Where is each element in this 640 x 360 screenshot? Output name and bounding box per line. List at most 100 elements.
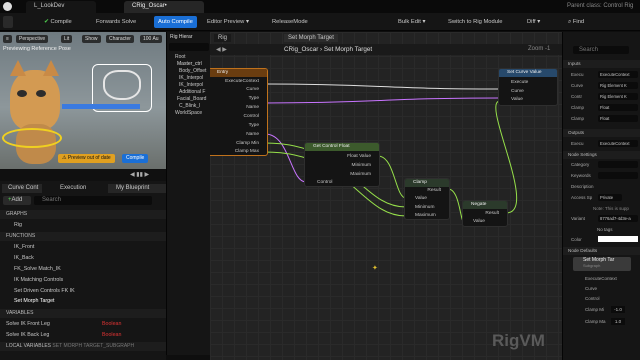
wire-negate-value bbox=[495, 100, 518, 214]
tab-execution[interactable]: Execution bbox=[54, 184, 104, 193]
rig-hierarchy-tab[interactable]: Rig Hierar bbox=[170, 34, 211, 40]
add-button[interactable]: +Add bbox=[3, 196, 31, 205]
cat-ear-left bbox=[10, 60, 26, 76]
negate-node[interactable]: Negate Result Value bbox=[462, 200, 508, 227]
details-search-input[interactable]: Search bbox=[573, 46, 629, 54]
section-inputs[interactable]: Inputs bbox=[563, 60, 640, 68]
functions-label: FUNCTIONS bbox=[6, 233, 36, 239]
details-panel: Search Inputs Execu ExecuteContext Curve R… bbox=[562, 32, 640, 360]
zoom-button[interactable]: 100 Au bbox=[140, 35, 162, 43]
access-dropdown[interactable]: Private bbox=[598, 194, 622, 201]
output-type[interactable]: ExecuteContext bbox=[598, 140, 638, 147]
function-item[interactable]: FK_Solve Match_IK bbox=[14, 266, 61, 272]
auto-compile-toggle[interactable]: Auto Compile bbox=[154, 16, 197, 28]
save-icon[interactable] bbox=[3, 16, 13, 28]
set-curve-value-node[interactable]: Set Curve Value Execute Curve Value bbox=[498, 68, 558, 106]
function-item[interactable]: IK_Back bbox=[14, 255, 34, 261]
input-type[interactable]: Float bbox=[598, 104, 638, 111]
section-local-variables[interactable]: LOCAL VARIABLES SET MORPH TARGET_SUBGRAP… bbox=[0, 342, 166, 351]
tab-curve-container[interactable]: Curve Cont bbox=[2, 184, 42, 193]
my-blueprint-panel: ◀ ▮▮ ▶ Curve Cont Execution My Blueprint… bbox=[0, 169, 166, 360]
section-functions[interactable]: FUNCTIONS bbox=[0, 232, 166, 241]
input-name[interactable]: Contr bbox=[571, 94, 582, 99]
find-label: Find bbox=[572, 19, 585, 25]
control-bar-blue[interactable] bbox=[62, 104, 140, 109]
viewport[interactable]: ≡ Perspective Lit Show Character 100 Au … bbox=[0, 32, 166, 169]
compile-button[interactable]: ✔ Compile bbox=[44, 16, 72, 28]
node-preview-sub: Subgraph bbox=[583, 263, 601, 268]
perspective-button[interactable]: Perspective bbox=[16, 35, 49, 43]
default-pin[interactable]: Clamp Ma bbox=[585, 319, 606, 324]
editor-preview-dropdown[interactable]: Editor Preview ▾ bbox=[207, 16, 249, 28]
tab-my-blueprint[interactable]: My Blueprint bbox=[108, 184, 166, 193]
output-name[interactable]: Execu bbox=[571, 141, 584, 146]
clamp-node[interactable]: Clamp Result Value Minimum Maximum bbox=[404, 178, 450, 220]
variable-type[interactable]: Boolean bbox=[102, 332, 121, 338]
variable-name[interactable]: Solve IK Front Leg bbox=[6, 321, 50, 327]
tab-crig-oscar[interactable]: CRig_Oscar• bbox=[124, 1, 204, 13]
access-value: Private bbox=[600, 195, 614, 200]
bulk-edit-button[interactable]: Bulk Edit ▾ bbox=[398, 16, 425, 28]
compile-label: Compile bbox=[50, 19, 72, 25]
variant-field[interactable]: 8776ad7-4d3e-a bbox=[598, 215, 638, 222]
default-pin[interactable]: Clamp Mi bbox=[585, 307, 604, 312]
play-controls[interactable]: ◀ ▮▮ ▶ bbox=[130, 171, 160, 179]
section-graphs[interactable]: GRAPHS bbox=[0, 210, 166, 219]
function-item[interactable]: Set Morph Target bbox=[14, 298, 55, 304]
color-swatch[interactable] bbox=[598, 236, 638, 242]
graph-item-rig[interactable]: Rig bbox=[14, 222, 22, 228]
bulk-edit-label: Bulk Edit bbox=[398, 19, 421, 25]
input-name[interactable]: Curve bbox=[571, 83, 583, 88]
control-ring-yellow[interactable] bbox=[2, 128, 62, 148]
section-variables[interactable]: VARIABLES bbox=[0, 309, 166, 318]
input-name[interactable]: Clamp bbox=[571, 105, 584, 110]
function-item[interactable]: IK Matching Controls bbox=[14, 277, 63, 283]
cat-eye-left bbox=[17, 90, 27, 97]
section-node-defaults[interactable]: Node Defaults bbox=[563, 247, 640, 255]
viewport-compile-button[interactable]: Compile bbox=[122, 154, 149, 163]
clamp-header: Clamp bbox=[405, 179, 449, 187]
rig-graph-canvas[interactable]: Rig Set Morph Target ◀ ▶ CRig_Oscar › Se… bbox=[210, 32, 562, 360]
forwards-solve-button[interactable]: Forwards Solve bbox=[96, 16, 136, 28]
local-variables-label: LOCAL VARIABLES bbox=[6, 343, 52, 349]
switch-rig-module-button[interactable]: Switch to Rig Module bbox=[448, 16, 502, 28]
input-name[interactable]: Execu bbox=[571, 72, 584, 77]
section-node-settings[interactable]: Node Settings bbox=[563, 151, 640, 159]
control-face-icon[interactable] bbox=[103, 70, 141, 100]
blueprint-search-input[interactable]: Search bbox=[34, 196, 152, 205]
node-settings-label: Node Settings bbox=[568, 152, 597, 157]
main-toolbar: ✔ Compile Forwards Solve Auto Compile Ed… bbox=[0, 13, 640, 31]
keywords-field[interactable] bbox=[598, 172, 638, 179]
viewport-options-button[interactable]: ≡ bbox=[3, 35, 12, 43]
input-type[interactable]: Rig Element K bbox=[598, 82, 638, 89]
diff-button[interactable]: Diff ▾ bbox=[527, 16, 540, 28]
entry-node[interactable]: Entry ExecuteContext Curve Type Name Con… bbox=[210, 68, 268, 156]
clamp-max-input[interactable]: 1.0 bbox=[611, 318, 625, 325]
add-label: Add bbox=[11, 197, 23, 203]
function-item[interactable]: Set Driven Controls FK IK bbox=[14, 288, 75, 294]
release-mode-button[interactable]: ReleaseMode bbox=[272, 16, 308, 28]
input-type[interactable]: Rig Element K bbox=[598, 93, 638, 100]
show-button[interactable]: Show bbox=[82, 35, 101, 43]
input-type[interactable]: ExecuteContext bbox=[598, 71, 638, 78]
default-pin[interactable]: ExecuteContext bbox=[585, 276, 617, 281]
clamp-min-input[interactable]: -1.0 bbox=[611, 306, 625, 313]
lit-label: Lit bbox=[64, 36, 70, 42]
tab-lookdev[interactable]: L_LookDev bbox=[26, 1, 96, 13]
inputs-label: Inputs bbox=[568, 61, 581, 66]
category-field[interactable] bbox=[598, 161, 638, 168]
pin-label: Type bbox=[248, 123, 259, 128]
rigvm-watermark: RigVM bbox=[492, 331, 545, 350]
get-control-float-node[interactable]: Get Control Float Float Value Minimum Ma… bbox=[304, 142, 380, 187]
input-type[interactable]: Float bbox=[598, 115, 638, 122]
lit-button[interactable]: Lit bbox=[61, 35, 73, 43]
character-button[interactable]: Character bbox=[106, 35, 134, 43]
default-pin[interactable]: Control bbox=[585, 296, 600, 301]
default-pin[interactable]: Curve bbox=[585, 286, 597, 291]
section-outputs[interactable]: Outputs bbox=[563, 129, 640, 137]
variable-type[interactable]: Boolean bbox=[102, 321, 121, 327]
input-name[interactable]: Clamp bbox=[571, 116, 584, 121]
function-item[interactable]: IK_Front bbox=[14, 244, 34, 250]
find-button[interactable]: ⌕ Find bbox=[568, 16, 584, 28]
variable-name[interactable]: Solve IK Back Leg bbox=[6, 332, 49, 338]
